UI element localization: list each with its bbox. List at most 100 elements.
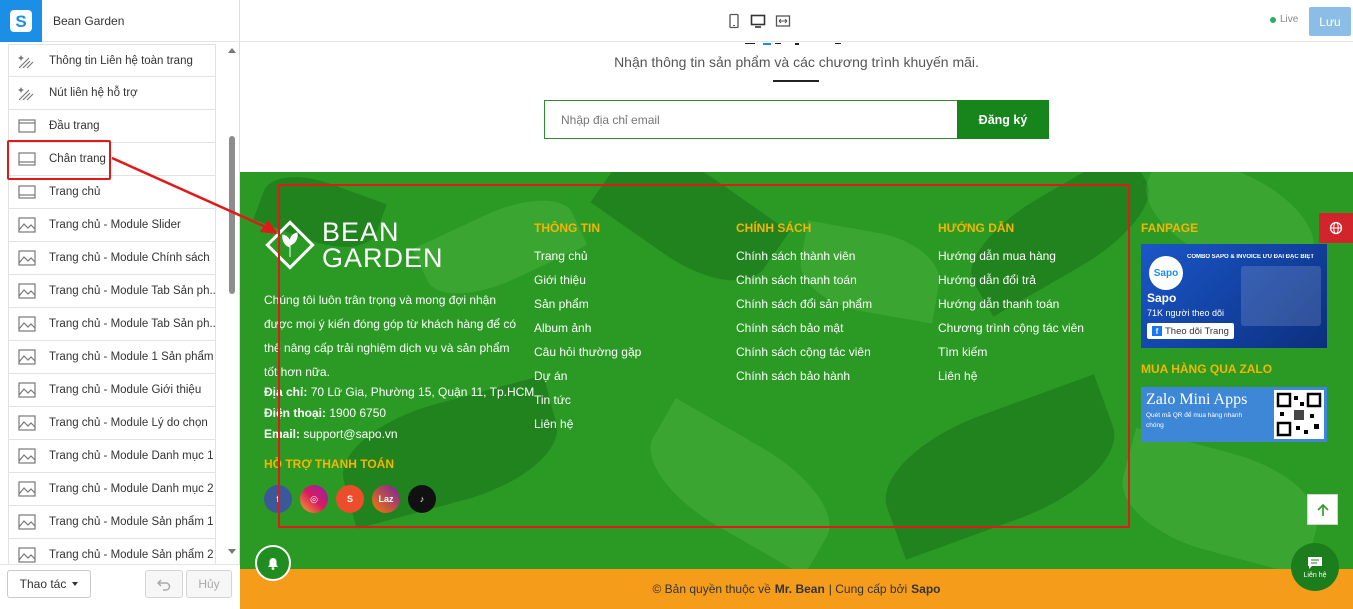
newsletter-divider: [773, 80, 819, 82]
contact-label: Liên hệ: [1303, 571, 1327, 579]
section-item[interactable]: Trang chủ - Module Chính sách: [8, 242, 216, 275]
fanpage-banner-graphic: [1241, 266, 1321, 326]
mobile-view-icon[interactable]: [726, 13, 742, 29]
globe-icon: [1329, 221, 1343, 235]
section-item-label: Thông tin Liên hệ toàn trang: [49, 54, 193, 67]
widget-icon: [17, 84, 37, 102]
follow-page-button[interactable]: f Theo dõi Trang: [1147, 323, 1234, 339]
section-item[interactable]: Trang chủ - Module Sản phẩm 2: [8, 539, 216, 564]
section-item[interactable]: Trang chủ - Module Giới thiệu: [8, 374, 216, 407]
chat-icon: [1308, 556, 1322, 569]
annotation-highlight-footer-preview: [278, 184, 1130, 528]
section-item[interactable]: Thông tin Liên hệ toàn trang: [8, 44, 216, 77]
section-item-label: Trang chủ - Module Slider: [49, 219, 181, 231]
newsletter-email-input[interactable]: Nhập địa chỉ email: [544, 100, 957, 139]
facebook-small-icon: f: [1152, 326, 1162, 336]
cancel-button[interactable]: Hủy: [186, 570, 232, 598]
panel-footer: Thao tác Hủy: [0, 564, 240, 609]
section-item[interactable]: Trang chủ - Module Tab Sản ph...: [8, 275, 216, 308]
section-item-label: Trang chủ - Module Chính sách: [49, 252, 210, 264]
copyright-provider[interactable]: Sapo: [911, 582, 940, 596]
live-status: Live: [1270, 14, 1298, 25]
save-button[interactable]: Lưu: [1309, 7, 1351, 36]
fanpage-logo: Sapo: [1149, 256, 1183, 290]
module-icon: [17, 381, 37, 399]
zalo-mini-app-banner[interactable]: Zalo Mini Apps Quét mã QR để mua hàng nh…: [1141, 387, 1327, 442]
scroll-up-icon[interactable]: [228, 48, 236, 53]
caret-down-icon: [72, 582, 79, 586]
section-item[interactable]: Nút liên hệ hỗ trợ: [8, 77, 216, 110]
zalo-qr-code-icon: [1274, 390, 1324, 439]
scroll-down-icon[interactable]: [228, 549, 236, 554]
zalo-title: MUA HÀNG QUA ZALO: [1141, 362, 1273, 376]
fanpage-widget[interactable]: Sapo COMBO SAPO & INVOICE ƯU ĐÃI ĐẶC BIỆ…: [1141, 244, 1327, 348]
sections-panel: S Bean Garden Thông tin Liên hệ toàn tra…: [0, 0, 240, 609]
section-item[interactable]: Trang chủ - Module Sản phẩm 1: [8, 506, 216, 539]
editor-toolbar: Live Lưu: [240, 0, 1353, 42]
live-label: Live: [1280, 14, 1299, 25]
newsletter-submit-button[interactable]: Đăng ký: [957, 100, 1049, 139]
actions-dropdown[interactable]: Thao tác: [7, 570, 91, 598]
live-dot-icon: [1270, 16, 1276, 23]
back-to-top-button[interactable]: [1307, 494, 1338, 525]
module-icon: [17, 513, 37, 531]
section-item[interactable]: Trang chủ - Module Tab Sản ph...: [8, 308, 216, 341]
module-icon: [17, 414, 37, 432]
arrow-up-icon: [1316, 503, 1329, 516]
section-item[interactable]: Trang chủ - Module Danh mục 1: [8, 440, 216, 473]
section-item[interactable]: Đầu trang: [8, 110, 216, 143]
copyright-mid: | Cung cấp bởi: [828, 582, 908, 596]
desktop-view-icon[interactable]: [750, 13, 766, 29]
module-icon: [17, 348, 37, 366]
section-item[interactable]: Trang chủ: [8, 176, 216, 209]
section-item-label: Trang chủ - Module Giới thiệu: [49, 384, 202, 396]
header-layout-icon: [17, 117, 37, 135]
section-item[interactable]: Trang chủ - Module Slider: [8, 209, 216, 242]
module-icon: [17, 315, 37, 333]
module-icon: [17, 249, 37, 267]
module-icon: [17, 216, 37, 234]
section-item-label: Trang chủ - Module Sản phẩm 2: [49, 549, 214, 561]
undo-icon: [157, 579, 171, 591]
widget-icon: [17, 52, 37, 70]
section-item-label: Nút liên hệ hỗ trợ: [49, 87, 138, 99]
copyright-prefix: © Bản quyền thuộc về: [652, 582, 771, 596]
newsletter-form: Nhập địa chỉ email Đăng ký: [544, 100, 1049, 139]
section-list-scrollbar[interactable]: [226, 44, 238, 564]
sapo-logo-icon[interactable]: S: [0, 0, 42, 42]
annotation-highlight-footer-section: [7, 140, 111, 180]
language-button[interactable]: [1319, 213, 1353, 243]
module-icon: [17, 447, 37, 465]
fullwidth-view-icon[interactable]: [775, 13, 791, 29]
module-icon: [17, 480, 37, 498]
section-item-label: Trang chủ - Module Tab Sản ph...: [49, 318, 216, 330]
zalo-banner-subtitle: Quét mã QR để mua hàng nhanh chóng: [1146, 412, 1243, 429]
module-icon: [17, 282, 37, 300]
foliage-decoration: [1110, 427, 1330, 569]
follow-page-label: Theo dõi Trang: [1165, 325, 1229, 337]
actions-label: Thao tác: [19, 577, 67, 591]
svg-text:S: S: [15, 12, 26, 31]
newsletter-heading-cutoff: [745, 43, 865, 47]
section-item-label: Trang chủ - Module Danh mục 1: [49, 450, 214, 462]
panel-header: S Bean Garden: [0, 0, 240, 42]
bell-icon: [268, 558, 278, 570]
section-item-label: Đầu trang: [49, 120, 100, 132]
footer-layout-icon: [17, 183, 37, 201]
undo-button[interactable]: [145, 570, 183, 598]
notification-button[interactable]: [255, 545, 291, 581]
section-item-label: Trang chủ: [49, 186, 101, 198]
section-item-label: Trang chủ - Module 1 Sản phẩm: [49, 351, 214, 363]
module-icon: [17, 546, 37, 564]
section-item[interactable]: Trang chủ - Module 1 Sản phẩm: [8, 341, 216, 374]
scrollbar-thumb[interactable]: [229, 136, 235, 294]
contact-floating-button[interactable]: Liên hệ: [1291, 543, 1339, 591]
section-item-label: Trang chủ - Module Lý do chọn: [49, 417, 208, 429]
section-item[interactable]: Trang chủ - Module Lý do chọn: [8, 407, 216, 440]
editor-app: S Bean Garden Thông tin Liên hệ toàn tra…: [0, 0, 1353, 609]
store-name: Bean Garden: [53, 14, 125, 28]
section-item[interactable]: Trang chủ - Module Danh mục 2: [8, 473, 216, 506]
fanpage-name: Sapo: [1147, 291, 1177, 305]
section-list: Thông tin Liên hệ toàn trang Nút liên hệ …: [8, 44, 216, 564]
fanpage-title: FANPAGE: [1141, 221, 1199, 235]
